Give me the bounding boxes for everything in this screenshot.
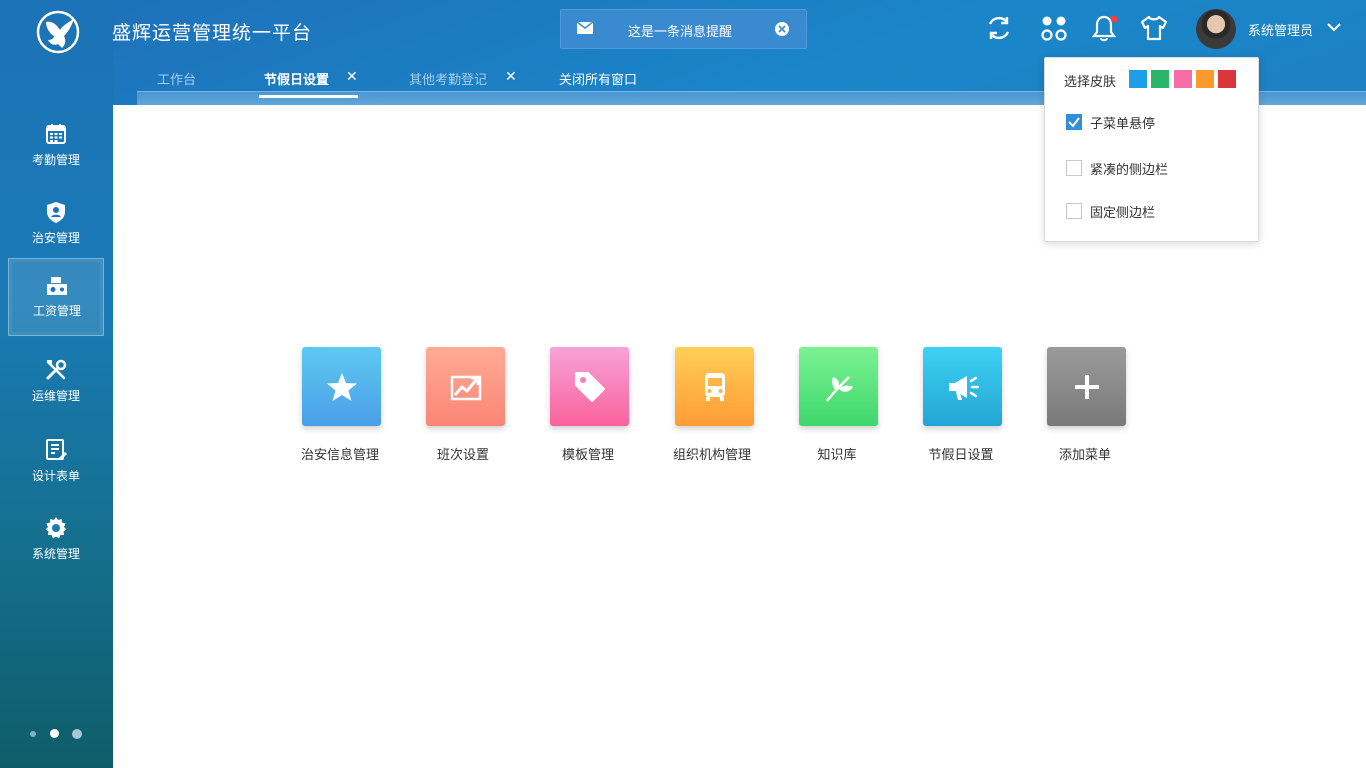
sidebar-item-label: 设计表单 bbox=[31, 469, 80, 483]
tab-close-icon[interactable]: ✕ bbox=[505, 69, 517, 85]
chart-trend-icon bbox=[450, 375, 482, 401]
checkmark-icon bbox=[1068, 117, 1080, 128]
chevron-down-icon[interactable] bbox=[1327, 22, 1341, 32]
skin-swatch-green[interactable] bbox=[1151, 70, 1169, 88]
notification-text: 这是一条消息提醒 bbox=[628, 25, 733, 40]
notification-banner[interactable]: 这是一条消息提醒 bbox=[560, 9, 807, 49]
sidebar-item-form-design[interactable]: 设计表单 bbox=[8, 430, 104, 508]
skin-label: 选择皮肤 bbox=[1064, 75, 1117, 90]
gear-icon bbox=[45, 517, 67, 539]
tab-other-attendance[interactable]: 其他考勤登记 bbox=[409, 69, 487, 88]
tile-label: 治安信息管理 bbox=[300, 448, 379, 463]
tshirt-skin-icon[interactable] bbox=[1139, 14, 1169, 42]
tile-label: 节假日设置 bbox=[928, 448, 994, 463]
tile-security-info[interactable] bbox=[302, 347, 381, 426]
sidebar-item-label: 运维管理 bbox=[31, 389, 80, 403]
avatar[interactable] bbox=[1196, 9, 1236, 49]
form-edit-icon bbox=[46, 439, 67, 460]
skin-swatch-pink[interactable] bbox=[1174, 70, 1192, 88]
apps-grid-icon[interactable] bbox=[1041, 14, 1067, 42]
money-icon bbox=[47, 277, 67, 295]
tile-add-menu[interactable] bbox=[1047, 347, 1126, 426]
active-tab-indicator bbox=[259, 95, 358, 98]
option-label: 紧凑的侧边栏 bbox=[1090, 163, 1169, 178]
tile-label: 模板管理 bbox=[561, 448, 614, 463]
tile-organization-management[interactable] bbox=[675, 347, 754, 426]
tools-icon bbox=[46, 359, 67, 380]
sidebar-item-salary[interactable]: 工资管理 bbox=[8, 258, 104, 336]
tile-holiday-settings[interactable] bbox=[923, 347, 1002, 426]
refresh-icon[interactable] bbox=[986, 14, 1012, 42]
tab-workbench[interactable]: 工作台 bbox=[157, 69, 196, 88]
checkbox-checked[interactable] bbox=[1066, 114, 1082, 130]
megaphone-icon bbox=[949, 376, 980, 400]
tab-close-icon[interactable]: ✕ bbox=[346, 69, 358, 85]
bell-icon[interactable] bbox=[1091, 14, 1119, 42]
tile-knowledge-base[interactable] bbox=[799, 347, 878, 426]
close-circle-icon[interactable] bbox=[774, 21, 790, 37]
app-title: 盛辉运营管理统一平台 bbox=[112, 22, 313, 44]
star-icon bbox=[327, 373, 357, 401]
plus-icon bbox=[1075, 375, 1099, 399]
bus-icon bbox=[705, 373, 725, 401]
sidebar-item-ops[interactable]: 运维管理 bbox=[8, 350, 104, 428]
sidebar-item-label: 治安管理 bbox=[31, 231, 80, 245]
tile-label: 组织机构管理 bbox=[672, 448, 751, 463]
sidebar-item-attendance[interactable]: 考勤管理 bbox=[8, 114, 104, 192]
mail-icon bbox=[577, 22, 593, 34]
shield-user-icon bbox=[47, 202, 65, 223]
tile-template-management[interactable] bbox=[550, 347, 629, 426]
option-label: 子菜单悬停 bbox=[1090, 117, 1156, 132]
checkbox[interactable] bbox=[1066, 160, 1082, 176]
tile-label: 班次设置 bbox=[436, 448, 489, 463]
calendar-icon bbox=[46, 124, 66, 144]
tab-holiday-settings[interactable]: 节假日设置 bbox=[264, 69, 329, 88]
sidebar-item-label: 工资管理 bbox=[32, 304, 81, 318]
sidebar-item-label: 系统管理 bbox=[31, 547, 80, 561]
settings-dropdown: 选择皮肤 子菜单悬停 紧凑的侧边栏 固定侧边栏 bbox=[1044, 57, 1259, 242]
close-all-tabs-button[interactable]: 关闭所有窗口 bbox=[559, 69, 637, 88]
checkbox[interactable] bbox=[1066, 203, 1082, 219]
tag-icon bbox=[575, 372, 605, 402]
tile-label: 添加菜单 bbox=[1058, 448, 1111, 463]
tile-label: 知识库 bbox=[817, 448, 857, 463]
leaf-icon bbox=[826, 376, 853, 402]
pager-dot[interactable] bbox=[72, 729, 82, 739]
sidebar-item-system[interactable]: 系统管理 bbox=[8, 508, 104, 586]
option-label: 固定侧边栏 bbox=[1090, 206, 1156, 221]
pager-dot-active[interactable] bbox=[50, 729, 59, 738]
pegasus-logo-icon bbox=[36, 10, 80, 54]
tile-shift-settings[interactable] bbox=[426, 347, 505, 426]
skin-swatch-blue[interactable] bbox=[1129, 70, 1147, 88]
user-name[interactable]: 系统管理员 bbox=[1248, 20, 1313, 39]
skin-swatch-orange[interactable] bbox=[1196, 70, 1214, 88]
sidebar-item-label: 考勤管理 bbox=[31, 153, 80, 167]
skin-swatch-red[interactable] bbox=[1218, 70, 1236, 88]
pager-dot[interactable] bbox=[30, 731, 36, 737]
